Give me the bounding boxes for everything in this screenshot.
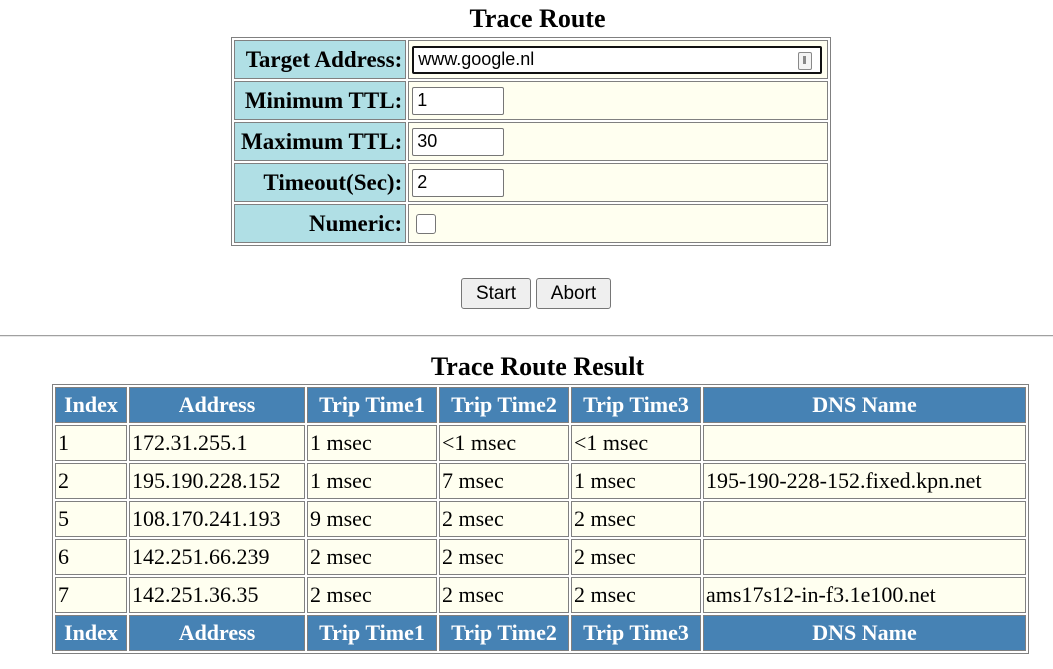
maximum-ttl-label: Maximum TTL: (234, 122, 407, 161)
form-row-numeric: Numeric: (234, 204, 829, 243)
trip-time1-cell: 1 msec (307, 425, 437, 461)
dns-name-cell (703, 425, 1026, 461)
trip-time1-cell: 9 msec (307, 501, 437, 537)
column-header: Address (129, 387, 305, 423)
divider (0, 335, 1053, 337)
dns-name-cell: ams17s12-in-f3.1e100.net (703, 577, 1026, 613)
trip-time1-cell: 2 msec (307, 577, 437, 613)
dns-name-cell (703, 501, 1026, 537)
trip-time2-cell: 2 msec (439, 501, 569, 537)
index-cell: 2 (55, 463, 127, 499)
table-row: 5 108.170.241.193 9 msec 2 msec 2 msec (55, 501, 1026, 537)
form-row-target: Target Address: (234, 40, 829, 79)
keyboard-icon[interactable] (798, 51, 813, 70)
result-title: Trace Route Result (430, 352, 645, 381)
trace-route-form: Target Address: Minimum TTL: Maximum TTL… (231, 37, 832, 246)
column-header: Trip Time2 (439, 387, 569, 423)
target-address-input[interactable] (412, 45, 823, 74)
result-table: Index Address Trip Time1 Trip Time2 Trip… (52, 384, 1029, 654)
form-row-min-ttl: Minimum TTL: (234, 81, 829, 120)
numeric-label: Numeric: (234, 204, 407, 243)
trip-time1-cell: 1 msec (307, 463, 437, 499)
column-footer: Trip Time2 (439, 615, 569, 651)
abort-button[interactable]: Abort (536, 278, 611, 309)
index-cell: 5 (55, 501, 127, 537)
address-cell: 142.251.36.35 (129, 577, 305, 613)
table-row: 7 142.251.36.35 2 msec 2 msec 2 msec ams… (55, 577, 1026, 613)
table-footer-row: Index Address Trip Time1 Trip Time2 Trip… (55, 615, 1026, 651)
timeout-input[interactable] (412, 168, 505, 197)
index-cell: 1 (55, 425, 127, 461)
column-header: Trip Time1 (307, 387, 437, 423)
column-header: Index (55, 387, 127, 423)
trip-time3-cell: <1 msec (571, 425, 701, 461)
column-header: Trip Time3 (571, 387, 701, 423)
table-row: 2 195.190.228.152 1 msec 7 msec 1 msec 1… (55, 463, 1026, 499)
table-row: 6 142.251.66.239 2 msec 2 msec 2 msec (55, 539, 1026, 575)
maximum-ttl-input[interactable] (412, 127, 505, 156)
timeout-label: Timeout(Sec): (234, 163, 407, 202)
column-footer: Trip Time1 (307, 615, 437, 651)
dns-name-cell (703, 539, 1026, 575)
table-row: 1 172.31.255.1 1 msec <1 msec <1 msec (55, 425, 1026, 461)
index-cell: 6 (55, 539, 127, 575)
form-row-timeout: Timeout(Sec): (234, 163, 829, 202)
column-footer: Address (129, 615, 305, 651)
dns-name-cell: 195-190-228-152.fixed.kpn.net (703, 463, 1026, 499)
trip-time3-cell: 1 msec (571, 463, 701, 499)
column-footer: Trip Time3 (571, 615, 701, 651)
form-buttons: Start Abort (461, 278, 611, 309)
address-cell: 172.31.255.1 (129, 425, 305, 461)
address-cell: 195.190.228.152 (129, 463, 305, 499)
target-address-label: Target Address: (234, 40, 407, 79)
trip-time1-cell: 2 msec (307, 539, 437, 575)
column-footer: DNS Name (703, 615, 1026, 651)
trip-time3-cell: 2 msec (571, 539, 701, 575)
trip-time3-cell: 2 msec (571, 501, 701, 537)
trip-time3-cell: 2 msec (571, 577, 701, 613)
index-cell: 7 (55, 577, 127, 613)
table-header-row: Index Address Trip Time1 Trip Time2 Trip… (55, 387, 1026, 423)
numeric-checkbox[interactable] (416, 213, 437, 234)
column-header: DNS Name (703, 387, 1026, 423)
trip-time2-cell: 2 msec (439, 539, 569, 575)
address-cell: 142.251.66.239 (129, 539, 305, 575)
form-row-max-ttl: Maximum TTL: (234, 122, 829, 161)
start-button[interactable]: Start (461, 278, 531, 309)
column-footer: Index (55, 615, 127, 651)
minimum-ttl-input[interactable] (412, 86, 505, 115)
address-cell: 108.170.241.193 (129, 501, 305, 537)
trip-time2-cell: 2 msec (439, 577, 569, 613)
trip-time2-cell: 7 msec (439, 463, 569, 499)
minimum-ttl-label: Minimum TTL: (234, 81, 407, 120)
trip-time2-cell: <1 msec (439, 425, 569, 461)
trace-route-title: Trace Route (469, 4, 606, 33)
